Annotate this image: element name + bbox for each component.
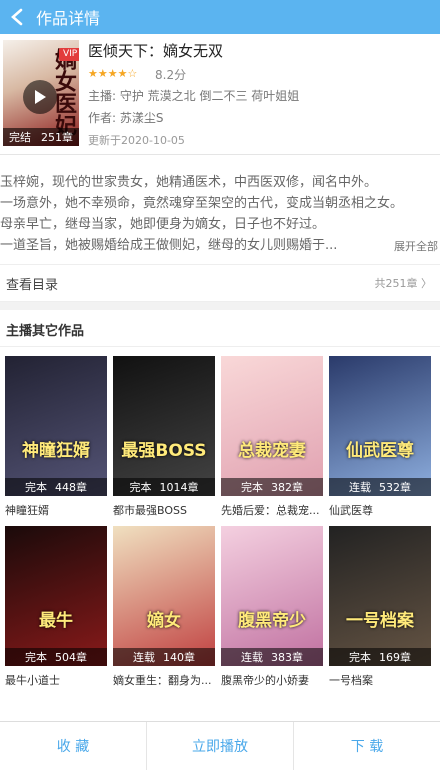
work-status-bar: 完本 448章 [5, 478, 107, 496]
work-cover: 腹黑帝少连载 383章 [221, 526, 323, 666]
work-cover: 最强BOSS 完本 1014章 [113, 356, 215, 496]
work-chapters: 448章 [55, 481, 87, 494]
work-caption: 先婚后爱：总裁宠... [221, 504, 320, 517]
rating-stars: ★★★★☆ [88, 67, 138, 80]
work-caption: 嫡女重生：翻身为... [113, 674, 212, 687]
work-cover-title: 仙武医尊 [346, 441, 414, 461]
work-cover: 嫡女连载 140章 [113, 526, 215, 666]
vip-badge: VIP [59, 48, 79, 61]
description-line: 一场意外，她不幸殒命，竟然魂穿至架空的古代，变成当朝丞相之女。 [0, 196, 404, 211]
work-status: 完本 [25, 651, 47, 664]
work-caption: 一号档案 [329, 674, 373, 687]
download-button[interactable]: 下 载 [294, 722, 440, 770]
work-cover-title: 嫡女 [147, 611, 181, 631]
work-status-bar: 完本 504章 [5, 648, 107, 666]
work-cover-art [329, 356, 431, 496]
work-chapters: 382章 [271, 481, 303, 494]
work-card[interactable]: 最强BOSS 完本 1014章都市最强BOSS [113, 356, 215, 518]
work-cover-art [221, 526, 323, 666]
work-status-bar: 连载 140章 [113, 648, 215, 666]
other-works-title: 主播其它作品 [6, 324, 85, 339]
host-list: 主播: 守护 荒漠之北 倒二不三 荷叶姐姐 [88, 89, 300, 103]
description-line: 一道圣旨，她被赐婚给成王做侧妃，继母的女儿则赐婚于... [0, 238, 338, 253]
work-chapters: 140章 [163, 651, 195, 664]
work-chapters: 532章 [379, 481, 411, 494]
updated-date: 更新于2020-10-05 [88, 134, 185, 147]
back-button[interactable] [0, 0, 34, 34]
work-status-bar: 完本 382章 [221, 478, 323, 496]
work-cover: 仙武医尊连载 532章 [329, 356, 431, 496]
work-status: 完本 [25, 481, 47, 494]
work-status-bar: 完本 169章 [329, 648, 431, 666]
work-cover-art [113, 526, 215, 666]
work-status-bar: 连载 532章 [329, 478, 431, 496]
chevron-left-icon [11, 8, 23, 26]
work-chapters: 504章 [55, 651, 87, 664]
work-caption: 腹黑帝少的小娇妻 [221, 674, 309, 687]
bottom-action-bar: 收 藏 立即播放 下 载 [0, 721, 440, 770]
work-cover: 最牛完本 504章 [5, 526, 107, 666]
work-card[interactable]: 总裁宠妻完本 382章先婚后爱：总裁宠... [221, 356, 323, 518]
work-caption: 神瞳狂婿 [5, 504, 49, 517]
divider [0, 346, 440, 347]
catalog-row[interactable]: 查看目录 共251章 〉 [0, 264, 440, 302]
work-card[interactable]: 嫡女连载 140章嫡女重生：翻身为... [113, 526, 215, 688]
work-cover-art [5, 526, 107, 666]
work-cover-title: 一号档案 [346, 611, 414, 631]
work-caption: 最牛小道士 [5, 674, 60, 687]
work-chapters: 383章 [271, 651, 303, 664]
work-card[interactable]: 神瞳狂婿 完本 448章 神瞳狂婿 [5, 356, 107, 518]
book-cover[interactable]: 嫡女医妃 VIP 完结 251章 [3, 40, 79, 146]
rating-score: 8.2分 [155, 68, 187, 82]
work-card[interactable]: 仙武医尊 连载 532章 仙武医尊 [329, 356, 431, 518]
work-cover: 神瞳狂婿完本 448章 [5, 356, 107, 496]
play-now-button[interactable]: 立即播放 [147, 722, 294, 770]
work-status: 完本 [241, 481, 263, 494]
author: 作者: 苏漾尘S [88, 111, 164, 125]
description-line: 母亲早亡，继母当家，她即便身为嫡女，日子也不好过。 [0, 217, 326, 232]
work-cover: 总裁宠妻完本 382章 [221, 356, 323, 496]
header-bar: 作品详情 [0, 0, 440, 34]
work-cover-art [5, 356, 107, 496]
work-caption: 仙武医尊 [329, 504, 373, 517]
book-title: 医倾天下：嫡女无双 [88, 42, 224, 60]
catalog-count: 共251章 〉 [374, 277, 433, 290]
work-status-bar: 完本 1014章 [113, 478, 215, 496]
page-title: 作品详情 [36, 9, 101, 28]
work-cover-title: 腹黑帝少 [238, 611, 306, 631]
cover-status: 完结 [9, 131, 31, 144]
cover-status-bar: 完结 251章 [3, 128, 79, 146]
expand-button[interactable]: 展开全部 [394, 238, 438, 254]
work-chapters: 169章 [379, 651, 411, 664]
work-cover: 一号档案完本 169章 [329, 526, 431, 666]
play-icon[interactable] [23, 80, 57, 114]
work-caption: 都市最强BOSS [113, 504, 187, 517]
work-chapters: 1014章 [159, 481, 199, 494]
work-cover-art [113, 356, 215, 496]
work-cover-art [329, 526, 431, 666]
work-card[interactable]: 一号档案 完本 169章 一号档案 [329, 526, 431, 688]
work-cover-title: 神瞳狂婿 [22, 441, 90, 461]
work-cover-title: 最牛 [39, 611, 73, 631]
work-cover-title: 总裁宠妻 [238, 441, 306, 461]
work-status: 完本 [349, 651, 371, 664]
cover-chapters: 251章 [41, 131, 73, 144]
work-status: 连载 [349, 481, 371, 494]
section-divider [0, 302, 440, 310]
catalog-label: 查看目录 [6, 277, 59, 293]
work-status-bar: 连载 383章 [221, 648, 323, 666]
description: 玉梓婉，现代的世家贵女，她精通医术，中西医双修，闻名中外。 一场意外，她不幸殒命… [0, 172, 440, 256]
work-cover-art [221, 356, 323, 496]
description-line: 玉梓婉，现代的世家贵女，她精通医术，中西医双修，闻名中外。 [0, 175, 378, 190]
work-status: 连载 [133, 651, 155, 664]
work-status: 连载 [241, 651, 263, 664]
work-status: 完本 [129, 481, 152, 494]
work-card[interactable]: 腹黑帝少连载 383章腹黑帝少的小娇妻 [221, 526, 323, 688]
work-card[interactable]: 最牛完本 504章最牛小道士 [5, 526, 107, 688]
work-cover-title: 最强BOSS [121, 441, 207, 461]
book-info: 嫡女医妃 VIP 完结 251章 医倾天下：嫡女无双 ★★★★☆ 8.2分 主播… [0, 34, 440, 155]
collect-button[interactable]: 收 藏 [0, 722, 147, 770]
